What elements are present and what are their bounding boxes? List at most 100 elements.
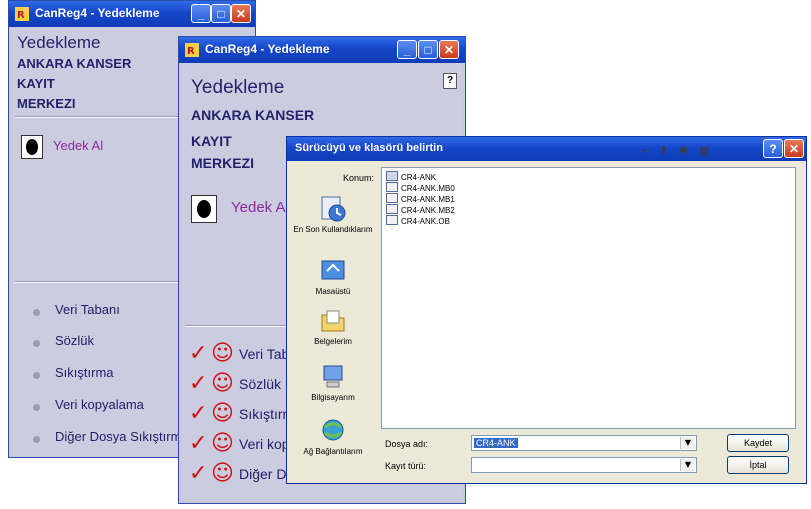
menu-item-dictionary[interactable]: Sözlük <box>55 333 94 348</box>
bullet-icon <box>33 436 40 443</box>
smiley-icon: ☺ <box>211 401 234 426</box>
help-button[interactable]: ? <box>443 73 457 89</box>
org-line-3: MERKEZI <box>17 96 76 111</box>
title-bar[interactable]: R CanReg4 - Yedekleme _ □ ✕ <box>179 37 465 63</box>
svg-text:R: R <box>17 10 25 21</box>
view-menu-icon[interactable]: ▦ <box>699 144 709 157</box>
documents-icon <box>319 307 347 335</box>
network-icon <box>319 417 347 445</box>
record-icon <box>197 200 211 218</box>
places-bar: En Son Kullandıklarım Masaüstü Belgeleri… <box>291 167 375 467</box>
window-title: CanReg4 - Yedekleme <box>205 42 330 56</box>
smiley-icon: ☺ <box>211 341 234 366</box>
title-bar[interactable]: R CanReg4 - Yedekleme _ □ ✕ <box>9 1 255 27</box>
place-label: Ağ Bağlantılarım <box>303 447 363 456</box>
file-item[interactable]: CR4-ANK.MB2 <box>386 204 455 215</box>
place-label: Bilgisayarım <box>311 393 355 402</box>
place-recent[interactable]: En Son Kullandıklarım <box>291 195 375 234</box>
checkmark-icon: ✓ <box>189 431 208 456</box>
file-name: CR4-ANK.MB2 <box>401 206 455 215</box>
file-icon <box>386 171 398 181</box>
backup-label: Yedek Al <box>231 199 289 216</box>
backup-label: Yedek Al <box>53 138 104 153</box>
chevron-down-icon[interactable]: ▼ <box>680 459 695 471</box>
place-label: Masaüstü <box>315 287 351 296</box>
smiley-icon: ☺ <box>211 461 234 486</box>
smiley-icon: ☺ <box>211 371 234 396</box>
filetype-label: Kayıt türü: <box>385 461 427 471</box>
save-dialog: Sürücüyü ve klasörü belirtin ? ✕ Konum: … <box>286 136 807 484</box>
svg-text:R: R <box>187 46 195 57</box>
backup-button[interactable] <box>191 195 217 223</box>
up-folder-icon[interactable]: ⬆ <box>659 144 668 157</box>
checkmark-icon: ✓ <box>189 371 208 396</box>
backup-button[interactable] <box>21 135 43 159</box>
checkmark-icon: ✓ <box>189 401 208 426</box>
page-heading: Yedekleme <box>17 33 101 52</box>
place-computer[interactable]: Bilgisayarım <box>291 363 375 402</box>
window-title: CanReg4 - Yedekleme <box>35 6 160 20</box>
org-line-3: MERKEZI <box>191 155 254 171</box>
recent-icon <box>319 195 347 223</box>
menu-item-compress[interactable]: Sıkıştırma <box>55 365 114 380</box>
close-button[interactable]: ✕ <box>231 4 251 23</box>
database-file-icon <box>386 182 398 192</box>
filename-input[interactable]: CR4-ANK ▼ <box>471 435 697 451</box>
menu-item-dictionary[interactable]: Sözlük <box>239 376 281 392</box>
bullet-icon <box>33 340 40 347</box>
bullet-icon <box>33 404 40 411</box>
place-documents[interactable]: Belgelerim <box>291 307 375 346</box>
menu-item-other-compress[interactable]: Diğer Dosya Sıkıştırma <box>55 429 189 444</box>
file-item[interactable]: CR4-ANK.MB1 <box>386 193 455 204</box>
minimize-button[interactable]: _ <box>191 4 211 23</box>
org-line-2: KAYIT <box>191 133 232 149</box>
org-line-2: KAYIT <box>17 76 55 91</box>
filename-label: Dosya adı: <box>385 439 429 449</box>
file-name: CR4-ANK.OB <box>401 217 450 226</box>
computer-icon <box>319 363 347 391</box>
close-button[interactable]: ✕ <box>439 40 459 59</box>
close-button[interactable]: ✕ <box>784 139 804 158</box>
file-item[interactable]: CR4-ANK.OB <box>386 215 450 226</box>
record-icon <box>26 139 38 155</box>
help-button[interactable]: ? <box>763 139 783 158</box>
place-network[interactable]: Ağ Bağlantılarım <box>291 417 375 456</box>
checkmark-icon: ✓ <box>189 341 208 366</box>
new-folder-icon[interactable]: ✱ <box>679 144 688 157</box>
bullet-icon <box>33 372 40 379</box>
canreg-app-icon: R <box>185 42 199 57</box>
database-file-icon <box>386 215 398 225</box>
maximize-button[interactable]: □ <box>211 4 231 23</box>
menu-item-database[interactable]: Veri Tabanı <box>55 302 120 317</box>
file-list[interactable]: CR4-ANK CR4-ANK.MB0 CR4-ANK.MB1 CR4-ANK.… <box>381 167 796 429</box>
chevron-down-icon[interactable]: ▼ <box>680 437 695 449</box>
file-item[interactable]: CR4-ANK.MB0 <box>386 182 455 193</box>
checkmark-icon: ✓ <box>189 461 208 486</box>
dialog-title-bar[interactable]: Sürücüyü ve klasörü belirtin ? ✕ <box>287 137 806 161</box>
cancel-button[interactable]: İptal <box>727 456 789 474</box>
back-icon[interactable]: ← <box>641 144 650 157</box>
minimize-button[interactable]: _ <box>397 40 417 59</box>
dialog-title: Sürücüyü ve klasörü belirtin <box>295 142 443 154</box>
desktop-icon <box>319 257 347 285</box>
database-file-icon <box>386 204 398 214</box>
bullet-icon <box>33 309 40 316</box>
file-name: CR4-ANK.MB0 <box>401 184 455 193</box>
org-line-1: ANKARA KANSER <box>17 56 132 71</box>
canreg-app-icon: R <box>15 6 29 21</box>
place-label: Belgelerim <box>314 337 352 346</box>
filetype-select[interactable]: ▼ <box>471 457 697 473</box>
file-item[interactable]: CR4-ANK <box>386 171 436 182</box>
place-desktop[interactable]: Masaüstü <box>291 257 375 296</box>
page-heading: Yedekleme <box>191 77 285 98</box>
file-name: CR4-ANK.MB1 <box>401 195 455 204</box>
save-button[interactable]: Kaydet <box>727 434 789 452</box>
file-name: CR4-ANK <box>401 173 437 182</box>
filename-value: CR4-ANK <box>474 438 518 448</box>
maximize-button[interactable]: □ <box>418 40 438 59</box>
menu-item-copy[interactable]: Veri kopyalama <box>55 397 144 412</box>
smiley-icon: ☺ <box>211 431 234 456</box>
place-label: En Son Kullandıklarım <box>293 225 373 234</box>
database-file-icon <box>386 193 398 203</box>
org-line-1: ANKARA KANSER <box>191 107 315 123</box>
